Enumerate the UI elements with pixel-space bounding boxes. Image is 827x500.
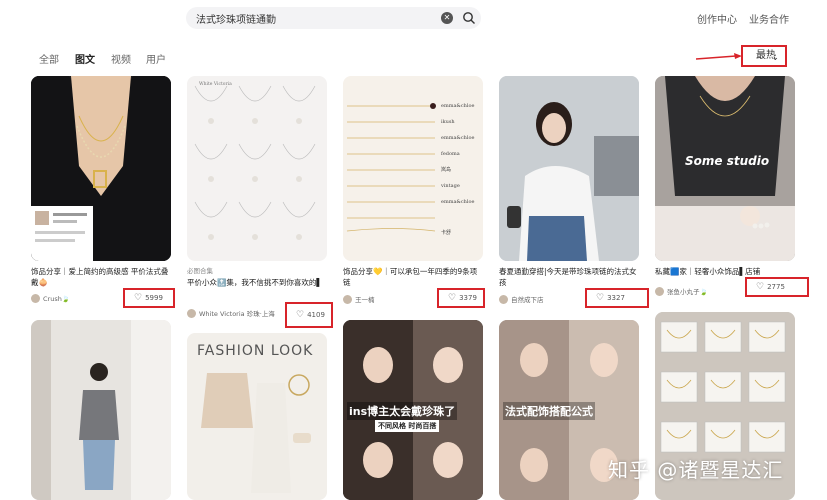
note-cover-image: FASHION LOOK [187,333,327,500]
note-cover-image [499,76,639,261]
note-title[interactable]: 必图合集 平价小众🔝集，我不信挑不到你喜欢的▌ [187,266,327,288]
cover-overlay-text: Some studio [685,154,770,168]
sort-dropdown[interactable]: 最热 ⌄ [741,45,787,67]
brand-label: emma&chloe [441,103,475,109]
collection-badge: 必图合集 [187,267,213,275]
like-number: 2775 [767,283,785,291]
brand-label: emma&chloe [441,199,475,205]
tab-video[interactable]: 视频 [111,51,131,66]
cover-overlay-subtext: 不同风格 时尚百搭 [375,420,440,432]
author-name: 张鱼小丸子🍃 [667,288,708,296]
search-icon[interactable] [462,11,476,25]
like-count[interactable]: ♡ 4109 [285,302,333,328]
heart-icon: ♡ [134,293,143,303]
search-input[interactable]: 法式珍珠项链通勤 [196,11,276,26]
author-name: 自然成下店 [511,296,544,304]
tab-image-text[interactable]: 图文 [75,51,95,66]
note-cover-image: White Victoria [187,76,327,261]
tab-user[interactable]: 用户 [146,51,166,66]
note-author[interactable]: 王一楠 [343,294,375,304]
like-count[interactable]: ♡ 3379 [437,288,485,308]
brand-label: fedoma [441,151,460,157]
like-number: 3327 [607,294,625,302]
author-name: White Victoria 珍珠·上海 [199,310,275,318]
note-cover-image [31,76,171,261]
like-number: 3379 [459,294,477,302]
brand-label: vintage [440,183,460,189]
like-number: 4109 [307,311,325,319]
brand-label: 卡舒 [441,229,451,236]
like-number: 5999 [145,294,163,302]
author-name: 王一楠 [355,296,375,304]
avatar [499,294,508,304]
note-author[interactable]: 自然成下店 [499,294,544,304]
heart-icon: ♡ [296,310,305,320]
note-title[interactable]: 春夏通勤穿搭|今天是带珍珠项链的法式女孩 [499,266,639,288]
note-title[interactable]: 私藏🟦家｜轻奢小众饰品▌店铺 [655,266,795,277]
note-title[interactable]: 饰品分享💛｜可以承包一年四季的9条项链 [343,266,483,288]
avatar [187,308,196,318]
avatar [655,286,664,296]
note-cover-image [31,320,171,500]
brand-label: 岚岛 [441,166,451,173]
brand-label: White Victoria [199,81,232,87]
like-count[interactable]: ♡ 3327 [585,288,649,308]
heart-icon: ♡ [596,293,605,303]
clear-icon[interactable]: ✕ [441,12,453,24]
cover-overlay-text: ins博主太会戴珍珠了 [347,402,458,420]
brand-label: emma&chloe [441,135,475,141]
note-title[interactable]: 饰品分享｜爱上简约的高级感 平价法式叠戴🧅 [31,266,171,288]
heart-icon: ♡ [756,282,765,292]
note-cover-image: emma&chloe ikush emma&chloe fedoma 岚岛 vi… [343,76,483,261]
top-bar: 法式珍珠项链通勤 ✕ 创作中心 业务合作 [0,0,827,36]
annotation-arrow [696,53,742,60]
chevron-down-icon: ⌄ [771,53,779,63]
heart-icon: ♡ [448,293,457,303]
note-author[interactable]: 张鱼小丸子🍃 [655,286,708,296]
search-bar[interactable]: 法式珍珠项链通勤 ✕ [186,7,481,29]
note-author[interactable]: Crush🍃 [31,294,70,303]
cover-overlay-text: 法式配饰搭配公式 [503,402,595,420]
avatar [343,294,352,304]
like-count[interactable]: ♡ 2775 [745,277,809,297]
brand-label: ikush [441,119,455,125]
watermark: 知乎 @诸暨星达汇 [608,458,784,482]
note-cover-image: ins博主太会戴珍珠了 不同风格 时尚百搭 [343,320,483,500]
avatar [31,294,40,303]
note-title-text: 平价小众🔝集，我不信挑不到你喜欢的▌ [187,278,323,287]
cover-overlay-text: FASHION LOOK [197,343,314,359]
note-cover-image: Some studio [655,76,795,261]
like-count[interactable]: ♡ 5999 [123,288,175,308]
tab-all[interactable]: 全部 [39,51,59,66]
business-link[interactable]: 业务合作 [749,11,789,26]
note-author[interactable]: White Victoria 珍珠·上海 [187,308,275,318]
author-name: Crush🍃 [43,294,70,303]
creator-center-link[interactable]: 创作中心 [697,11,737,26]
